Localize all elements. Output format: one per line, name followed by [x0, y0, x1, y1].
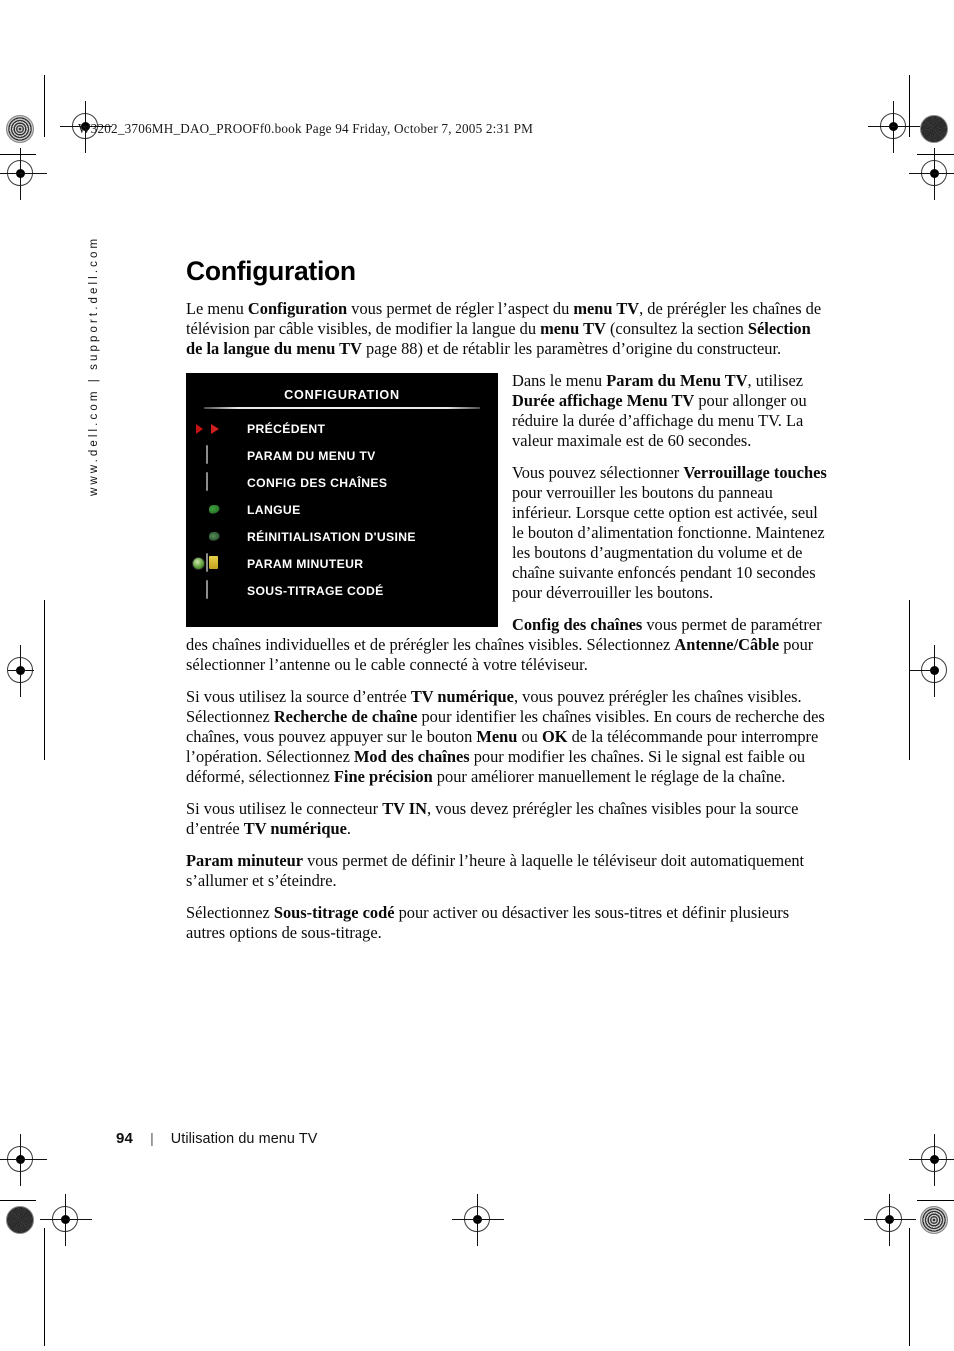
- emphasis-tv-numerique-2: TV numérique: [243, 819, 347, 839]
- tv-menu-separator: [204, 406, 480, 409]
- registration-mark-bottom-right: [864, 1194, 916, 1246]
- color-calibration-patch-top-left: [6, 115, 34, 143]
- emphasis-duree-affichage: Durée affichage Menu TV: [512, 390, 695, 410]
- selection-cursor-icon: [192, 424, 206, 435]
- footer-page-number: 94: [116, 1130, 134, 1147]
- emphasis-config-des-chaines: Config des chaînes: [512, 615, 643, 635]
- paragraph-tv-in: Si vous utilisez le connecteur TV IN, vo…: [186, 799, 831, 839]
- tv-menu-screen-icon: [206, 444, 238, 467]
- channel-screen-icon: [206, 471, 238, 494]
- text-frag: pour verrouiller les boutons du panneau …: [512, 482, 825, 603]
- crop-rule-left-upper: [0, 154, 36, 155]
- registration-mark-bottom-left: [40, 1194, 92, 1246]
- tv-menu-item-label: PARAM DU MENU TV: [247, 449, 376, 464]
- registration-mark-mid-left: [7, 645, 34, 697]
- crop-rule-right-mid: [909, 600, 910, 760]
- text-frag: Si vous utilisez la source d’entrée: [186, 687, 411, 707]
- page-content: Configuration Le menu Configuration vous…: [186, 256, 831, 955]
- emphasis-menu-button: Menu: [476, 727, 518, 747]
- paragraph-timer: Param minuteur vous permet de définir l’…: [186, 851, 831, 891]
- text-frag: , utilisez: [747, 370, 804, 390]
- text-frag: page 88) et de rétablir les paramètres d…: [361, 338, 782, 358]
- tv-menu-item-param-minuteur[interactable]: PARAM MINUTEUR: [186, 551, 498, 578]
- registration-mark-bottom-right-upper: [909, 1134, 954, 1186]
- text-frag: Si vous utilisez le connecteur: [186, 799, 383, 819]
- emphasis-recherche-de-chaine: Recherche de chaîne: [273, 707, 418, 727]
- crop-rule-left-lower: [0, 1200, 36, 1201]
- tv-menu-title: CONFIGURATION: [284, 387, 400, 402]
- tv-menu-item-reinitialisation-usine[interactable]: RÉINITIALISATION D'USINE: [186, 524, 498, 551]
- color-calibration-patch-top-right: [920, 115, 948, 143]
- crop-rule-right-bottom: [909, 1228, 910, 1346]
- back-sphere-icon: [206, 419, 238, 440]
- emphasis-tv-numerique: TV numérique: [410, 687, 514, 707]
- registration-mark-top-right: [868, 101, 920, 153]
- text-frag: Sélectionnez: [186, 903, 274, 923]
- emphasis-ok-button: OK: [541, 727, 568, 747]
- emphasis-configuration: Configuration: [247, 298, 348, 318]
- proof-file-info: W3202_3706MH_DAO_PROOFf0.book Page 94 Fr…: [78, 121, 534, 136]
- text-frag: pour améliorer manuellement le réglage d…: [432, 767, 786, 787]
- timer-screen-icon: [206, 552, 238, 575]
- page-footer: 94 | Utilisation du menu TV: [116, 1130, 317, 1147]
- tv-menu-item-label: PARAM MINUTEUR: [247, 557, 364, 572]
- paragraph-digital-tv: Si vous utilisez la source d’entrée TV n…: [186, 687, 831, 787]
- side-support-url: www.dell.com | support.dell.com: [88, 235, 100, 496]
- emphasis-sous-titrage-code: Sous-titrage codé: [273, 903, 395, 923]
- globe-icon: [206, 500, 238, 521]
- registration-mark-mid-right: [909, 645, 947, 697]
- paragraph-closed-caption: Sélectionnez Sous-titrage codé pour acti…: [186, 903, 831, 943]
- text-frag: Vous pouvez sélectionner: [512, 462, 684, 482]
- text-frag: (consultez la section: [605, 318, 748, 338]
- tv-menu-item-langue[interactable]: LANGUE: [186, 497, 498, 524]
- tv-menu-item-label: LANGUE: [247, 503, 301, 518]
- closed-caption-icon: [206, 579, 238, 602]
- emphasis-mod-des-chaines: Mod des chaînes: [353, 747, 470, 767]
- text-frag: ou: [517, 727, 542, 747]
- text-frag: .: [346, 819, 351, 839]
- crop-rule-left-mid: [44, 600, 45, 760]
- paragraph-intro: Le menu Configuration vous permet de rég…: [186, 299, 831, 359]
- emphasis-tv-in: TV IN: [382, 799, 427, 819]
- registration-mark-bottom-left-upper: [0, 1134, 47, 1186]
- emphasis-antenne-cable: Antenne/Câble: [674, 635, 780, 655]
- crop-rule-right-upper: [917, 154, 954, 155]
- globe-reset-icon: [206, 527, 238, 548]
- tv-menu-item-sous-titrage-code[interactable]: SOUS-TITRAGE CODÉ: [186, 578, 498, 605]
- tv-menu-item-label: CONFIG DES CHAÎNES: [247, 476, 388, 491]
- text-frag: Le menu: [186, 298, 248, 318]
- emphasis-verrouillage-touches: Verrouillage touches: [683, 462, 827, 482]
- crop-rule-left-bottom: [44, 1228, 45, 1346]
- crop-rule-right-top: [909, 75, 910, 137]
- tv-menu-item-label: RÉINITIALISATION D'USINE: [247, 530, 416, 545]
- emphasis-menu-tv: menu TV: [573, 298, 640, 318]
- tv-menu-item-label: SOUS-TITRAGE CODÉ: [247, 584, 384, 599]
- registration-mark-top-left-lower: [0, 148, 47, 200]
- page-title: Configuration: [186, 256, 356, 286]
- footer-section-title: Utilisation du menu TV: [170, 1131, 318, 1147]
- text-frag: vous permet de régler l’aspect du: [347, 298, 574, 318]
- emphasis-param-minuteur: Param minuteur: [186, 851, 303, 871]
- tv-menu-item-config-des-chaines[interactable]: CONFIG DES CHAÎNES: [186, 470, 498, 497]
- tv-menu-item-label: PRÉCÉDENT: [247, 422, 326, 437]
- emphasis-fine-precision: Fine précision: [333, 767, 433, 787]
- color-calibration-patch-bottom-right: [920, 1206, 948, 1234]
- tv-configuration-menu-figure: CONFIGURATION PRÉCÉDENT PARAM DU MENU TV…: [186, 372, 498, 627]
- footer-separator: |: [150, 1130, 154, 1146]
- tv-menu-item-precedent[interactable]: PRÉCÉDENT: [186, 416, 498, 443]
- tv-menu-item-param-du-menu-tv[interactable]: PARAM DU MENU TV: [186, 443, 498, 470]
- crop-rule-right-lower: [917, 1200, 954, 1201]
- registration-mark-bottom-center: [452, 1194, 504, 1246]
- emphasis-menu-tv-2: menu TV: [540, 318, 606, 338]
- emphasis-param-du-menu-tv: Param du Menu TV: [606, 370, 748, 390]
- crop-rule-left-top: [44, 75, 45, 137]
- text-frag: Dans le menu: [512, 370, 607, 390]
- registration-mark-top-right-lower: [909, 148, 954, 200]
- color-calibration-patch-bottom-left: [6, 1206, 34, 1234]
